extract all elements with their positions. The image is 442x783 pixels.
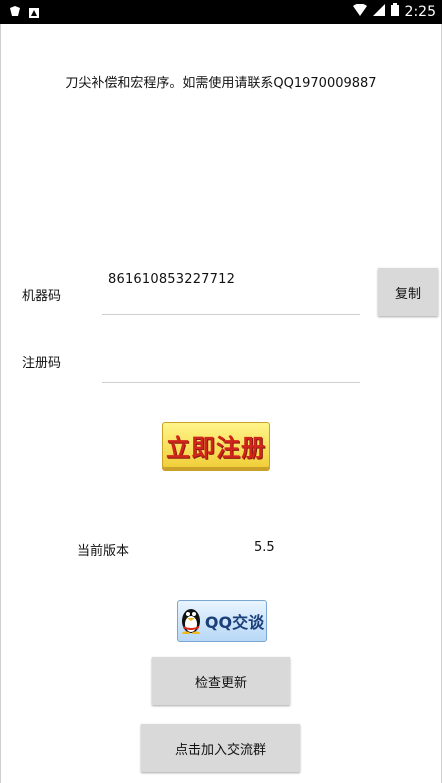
wifi-icon [352, 3, 367, 20]
battery-icon [390, 3, 399, 20]
copy-button[interactable]: 复制 [378, 268, 438, 316]
join-group-button[interactable]: 点击加入交流群 [141, 724, 300, 772]
machine-code-field[interactable]: 861610853227712 [102, 268, 360, 315]
qq-penguin-icon [180, 604, 202, 638]
notification-icon [8, 4, 22, 23]
machine-code-label: 机器码 [22, 289, 62, 304]
version-value: 5.5 [254, 540, 275, 555]
version-label: 当前版本 [77, 544, 130, 559]
check-update-button[interactable]: 检查更新 [152, 657, 290, 705]
register-now-button[interactable]: 立即注册 [162, 422, 270, 468]
clock: 2:25 [404, 3, 436, 20]
register-code-label: 注册码 [22, 356, 62, 371]
register-now-label: 立即注册 [166, 433, 266, 462]
qq-chat-button[interactable]: QQ交谈 [177, 600, 267, 642]
register-code-input[interactable] [106, 348, 358, 376]
signal-icon [372, 3, 385, 20]
status-bar: 2:25 [0, 0, 442, 24]
qq-chat-label: QQ交谈 [204, 613, 265, 632]
contact-notice: 刀尖补偿和宏程序。如需使用请联系QQ1970009887 [65, 76, 377, 91]
machine-code-value: 861610853227712 [108, 272, 236, 287]
app-notification-icon [28, 4, 40, 23]
page-border-left [0, 24, 1, 783]
register-code-field [102, 336, 360, 383]
